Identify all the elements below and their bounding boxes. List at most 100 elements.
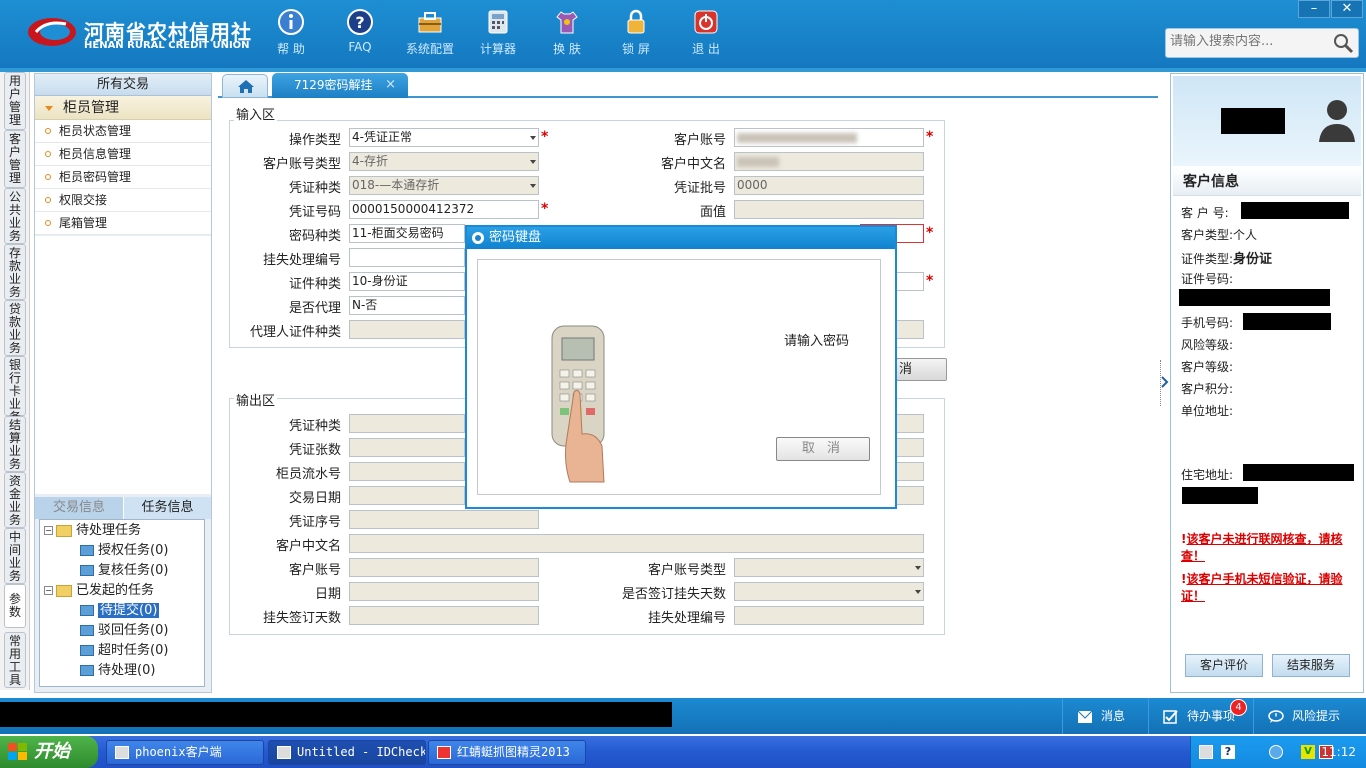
vtab-deposit[interactable]: 存款业务 — [4, 244, 26, 300]
out-voucher-count-field — [349, 438, 465, 457]
help-button[interactable]: 帮 助 — [260, 8, 322, 64]
tree-initiated-tasks[interactable]: − 已发起的任务 — [44, 581, 154, 601]
start-button[interactable]: 开始 — [0, 736, 98, 768]
cust-type-label: 客户类型: — [1181, 228, 1234, 242]
messages-button[interactable]: 消息 — [1062, 698, 1148, 734]
collapse-icon[interactable]: − — [44, 586, 53, 595]
tab-transaction-info[interactable]: 交易信息 — [35, 497, 123, 519]
task-icon — [80, 665, 94, 676]
bullet-icon — [45, 128, 51, 134]
redacted-cust-no — [1241, 202, 1349, 219]
id-no-label: 证件号码: — [1181, 272, 1234, 286]
menu-teller-status[interactable]: 柜员状态管理 — [35, 120, 211, 143]
pwd-kind-select[interactable]: 11-柜面交易密码 — [349, 224, 465, 243]
windows-logo-icon — [8, 743, 27, 760]
risk-label: 风险等级: — [1181, 338, 1234, 352]
vtab-settlement[interactable]: 结算业务 — [4, 416, 26, 472]
out-field-r1 — [896, 414, 924, 433]
minimize-button[interactable]: – — [1298, 0, 1330, 18]
company-addr-label: 单位地址: — [1181, 404, 1234, 418]
tree-pending-tasks[interactable]: − 待处理任务 — [44, 521, 141, 541]
vtab-user-mgmt[interactable]: 用户管理 — [4, 72, 26, 130]
exit-button[interactable]: 退 出 — [675, 8, 737, 64]
menu-tail-box[interactable]: 尾箱管理 — [35, 212, 211, 235]
taskbar-idcheck[interactable]: Untitled - IDCheck — [268, 740, 426, 765]
calculator-button[interactable]: 计算器 — [467, 8, 529, 64]
info-icon — [278, 9, 304, 35]
search-input[interactable] — [1170, 34, 1330, 49]
cancel-button[interactable]: 消 — [896, 358, 947, 381]
tree-to-handle[interactable]: 待处理(0) — [80, 661, 155, 681]
task-label: phoenix客户端 — [135, 745, 222, 759]
folder-icon — [56, 584, 72, 597]
vtab-common-tools[interactable]: 常用工具 — [4, 632, 26, 688]
tree-auth-tasks[interactable]: 授权任务(0) — [80, 541, 168, 561]
lock-screen-button[interactable]: 锁 屏 — [605, 8, 667, 64]
id-kind-select[interactable]: 10-身份证 — [349, 272, 465, 291]
menu-teller-password[interactable]: 柜员密码管理 — [35, 166, 211, 189]
teller-mgmt-group[interactable]: 柜员管理 — [35, 96, 211, 120]
dialog-cancel-button[interactable]: 取 消 — [776, 437, 870, 461]
collapse-icon[interactable]: − — [44, 526, 53, 535]
tree-rejected[interactable]: 驳回任务(0) — [80, 621, 168, 641]
app-icon — [437, 746, 451, 759]
help-tray-icon[interactable]: ? — [1221, 745, 1235, 759]
all-transactions-header[interactable]: 所有交易 — [35, 74, 211, 96]
home-tab[interactable] — [222, 74, 268, 98]
tab-7129[interactable]: 7129密码解挂 × — [272, 73, 408, 98]
close-window-button[interactable]: ✕ — [1331, 0, 1363, 18]
voucher-kind-select[interactable]: 018-—本通存折 — [349, 176, 539, 195]
tab-task-info[interactable]: 任务信息 — [123, 497, 211, 519]
checkbox-icon — [1163, 709, 1178, 724]
input-section-title: 输入区 — [234, 104, 278, 123]
vtab-funds[interactable]: 资金业务 — [4, 472, 26, 528]
task-label: 红蜻蜓抓图精灵2013 — [457, 745, 570, 759]
chevron-left-icon[interactable] — [1269, 745, 1283, 759]
menu-teller-info[interactable]: 柜员信息管理 — [35, 143, 211, 166]
vtab-bank-card[interactable]: 银行卡业务 — [4, 356, 26, 424]
out-cust-acct-field — [349, 558, 539, 577]
out-cust-acct-label: 客户账号 — [288, 563, 341, 578]
settings-button[interactable]: 系统配置 — [399, 8, 461, 64]
tree-review-tasks[interactable]: 复核任务(0) — [80, 561, 168, 581]
warning-sms-verify[interactable]: !该客户手机未短信验证，请验证！ — [1181, 571, 1361, 605]
faq-button[interactable]: ? FAQ — [329, 8, 391, 64]
power-icon — [694, 10, 718, 34]
search-icon[interactable] — [1332, 32, 1354, 54]
faq-label: FAQ — [348, 40, 372, 54]
voucher-no-input[interactable]: 0000150000412372 — [349, 200, 539, 219]
panel-collapse-handle[interactable] — [1160, 360, 1169, 406]
out-date-label: 日期 — [314, 587, 341, 602]
close-tab-icon[interactable]: × — [385, 73, 396, 97]
teller-mgmt-label: 柜员管理 — [63, 100, 119, 116]
vtab-loan[interactable]: 贷款业务 — [4, 300, 26, 356]
agent-select[interactable]: N-否 — [349, 296, 465, 315]
warning-network-check[interactable]: !该客户未进行联网核查，请核查！ — [1181, 531, 1361, 565]
skin-button[interactable]: 换 肤 — [536, 8, 598, 64]
tree-to-submit[interactable]: 待提交(0) — [80, 601, 160, 621]
agent-id-kind-select[interactable] — [349, 320, 465, 339]
risk-alert-button[interactable]: 风险提示 — [1253, 698, 1366, 734]
customer-eval-button[interactable]: 客户评价 — [1185, 654, 1263, 677]
vtab-public-business[interactable]: 公共业务 — [4, 188, 26, 244]
taskbar-phoenix[interactable]: phoenix客户端 — [106, 740, 264, 765]
cust-acct-input[interactable] — [734, 128, 924, 147]
op-type-select[interactable]: 4-凭证正常 — [349, 128, 539, 147]
id-number-input[interactable] — [896, 272, 924, 291]
menu-permission-handover[interactable]: 权限交接 — [35, 189, 211, 212]
loss-no-input[interactable] — [349, 248, 465, 267]
avatar — [1319, 100, 1355, 142]
vtab-params[interactable]: 参数 — [4, 584, 26, 628]
taskbar-screenshot-tool[interactable]: 红蜻蜓抓图精灵2013 — [428, 740, 586, 765]
v2-tray-icon[interactable]: V — [1301, 745, 1315, 759]
acct-type-select[interactable]: 4-存折 — [349, 152, 539, 171]
chevron-right-icon — [1161, 376, 1169, 388]
vtab-intermediary[interactable]: 中间业务 — [4, 528, 26, 584]
dialog-titlebar[interactable]: 密码键盘 — [467, 227, 895, 249]
vtab-customer-mgmt[interactable]: 客户管理 — [4, 130, 26, 188]
menu-label: 尾箱管理 — [59, 216, 108, 230]
tree-timeout[interactable]: 超时任务(0) — [80, 641, 168, 661]
end-service-button[interactable]: 结束服务 — [1272, 654, 1350, 677]
home-icon — [238, 80, 254, 93]
keyboard-icon[interactable] — [1199, 745, 1213, 759]
